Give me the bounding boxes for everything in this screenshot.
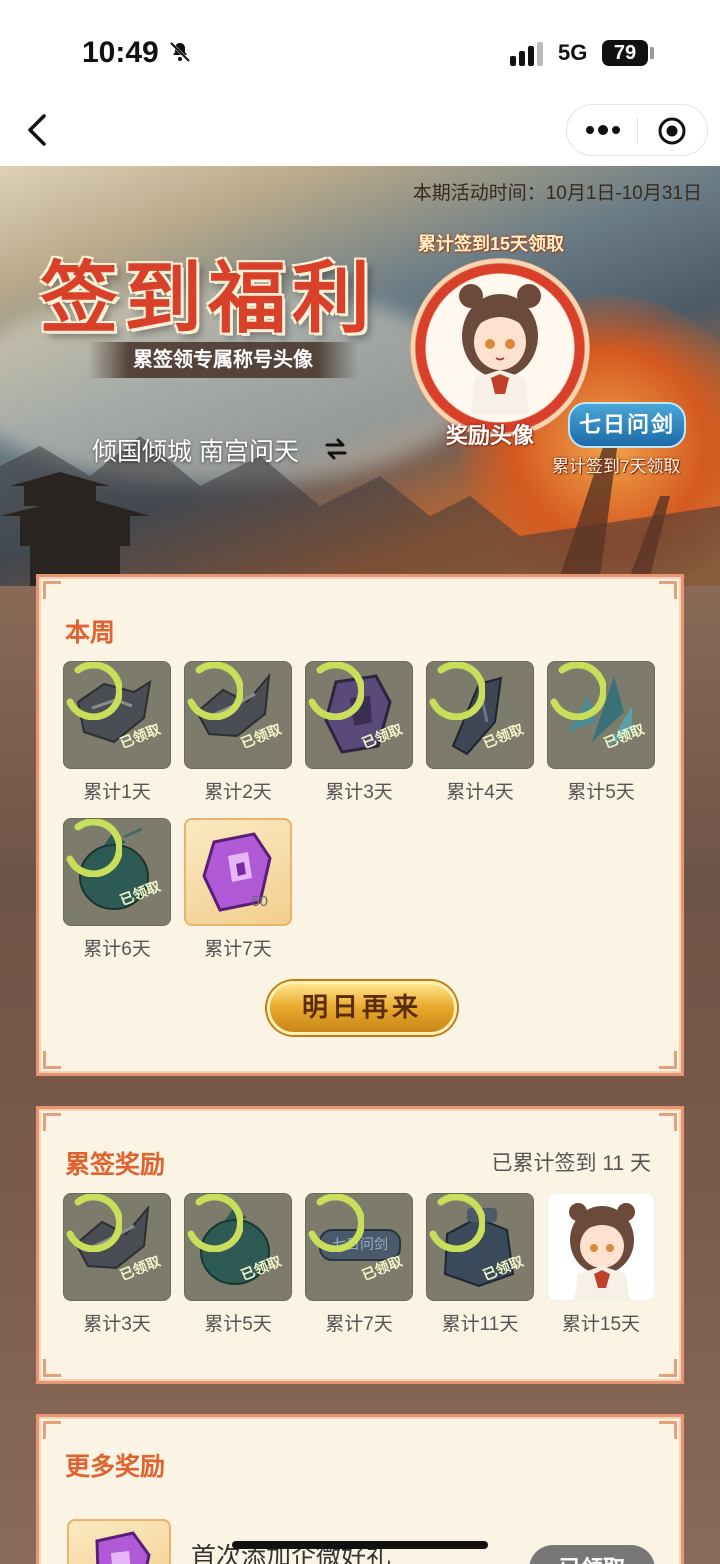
cumulative-reward-grid: 已领取 累计3天 已领取 累计5天 七日问剑 已领取 累计7天 已领取 累计11… <box>63 1193 655 1336</box>
network-label: 5G <box>558 40 588 65</box>
mini-program-capsule <box>566 104 708 156</box>
hero-banner: 本期活动时间：10月1日-10月31日 签到福利 累签领专属称号头像 倾国倾城 … <box>0 166 720 586</box>
reward-tile: 已领取 <box>426 661 534 769</box>
capsule-divider <box>637 118 638 144</box>
come-back-tomorrow-button[interactable]: 明日再来 <box>267 981 457 1035</box>
back-arrow-icon[interactable] <box>22 110 56 150</box>
week-day-3[interactable]: 已领取 累计3天 <box>305 661 413 804</box>
signal-icon <box>510 42 543 66</box>
more-reward-claimed-button[interactable]: 已领取 <box>529 1545 655 1564</box>
battery-tip <box>650 47 654 59</box>
page-title: 签到福利 <box>40 255 377 342</box>
cumulative-summary: 已累计签到 11 天 <box>491 1152 651 1175</box>
close-target-icon[interactable] <box>657 116 687 146</box>
bell-muted-icon <box>169 41 191 63</box>
avatar-character-image <box>459 284 541 414</box>
reward-tile: 已领取 <box>63 1193 171 1301</box>
week-card: 本周 已领取 累计1天 已领取 累计2天 已领取 累计3天 已领取 累计4天 已… <box>36 574 684 1076</box>
home-indicator[interactable] <box>232 1541 488 1549</box>
activity-period: 本期活动时间：10月1日-10月31日 <box>412 183 702 204</box>
reward-tile: 已领取 <box>305 661 413 769</box>
purple-gem-icon <box>202 832 272 912</box>
cumulative-day-7[interactable]: 七日问剑 已领取 累计7天 <box>305 1193 413 1336</box>
title-badge: 七日问剑 <box>568 402 686 448</box>
reward-tile-current: 50 <box>184 818 292 926</box>
week-day-7[interactable]: 50 累计7天 <box>184 818 292 961</box>
more-rewards-title: 更多奖励 <box>65 1453 166 1481</box>
claimed-stamp-icon <box>308 662 364 720</box>
status-bar: 10:49 5G 79 <box>0 0 720 100</box>
claimed-stamp-icon <box>66 819 122 877</box>
claimed-stamp-icon <box>429 1194 485 1252</box>
week-day-5[interactable]: 已领取 累计5天 <box>547 661 655 804</box>
title-badge-requirement: 累计签到7天领取 <box>552 457 681 476</box>
claimed-stamp-icon <box>429 662 485 720</box>
character-names: 倾国倾城 南宫问天 <box>92 438 299 466</box>
claimed-stamp-icon <box>550 662 606 720</box>
claimed-stamp-icon <box>187 662 243 720</box>
reward-tile: 已领取 <box>547 661 655 769</box>
week-day-4[interactable]: 已领取 累计4天 <box>426 661 534 804</box>
claimed-stamp-icon <box>66 662 122 720</box>
avatar-caption: 奖励头像 <box>446 423 535 448</box>
reward-tile-avatar <box>547 1193 655 1301</box>
nav-bar <box>0 100 720 166</box>
more-reward-icon <box>67 1519 171 1564</box>
battery-icon: 79 <box>602 40 648 66</box>
cumulative-day-15[interactable]: 累计15天 <box>547 1193 655 1336</box>
week-reward-grid: 已领取 累计1天 已领取 累计2天 已领取 累计3天 已领取 累计4天 已领取 … <box>63 661 655 961</box>
avatar-character-image <box>569 1203 635 1300</box>
purple-gem-icon <box>95 1531 151 1564</box>
status-time: 10:49 <box>82 36 159 69</box>
cumulative-day-11[interactable]: 已领取 累计11天 <box>426 1193 534 1336</box>
avatar-requirement: 累计签到15天领取 <box>418 234 565 254</box>
claimed-stamp-icon <box>308 1194 364 1252</box>
reward-tile: 已领取 <box>63 818 171 926</box>
more-dots-icon[interactable] <box>585 121 621 139</box>
week-day-6[interactable]: 已领取 累计6天 <box>63 818 171 961</box>
cumulative-day-5[interactable]: 已领取 累计5天 <box>184 1193 292 1336</box>
claimed-stamp-icon <box>66 1194 122 1252</box>
claimed-stamp-icon <box>187 1194 243 1252</box>
reward-tile: 七日问剑 已领取 <box>305 1193 413 1301</box>
week-title: 本周 <box>65 619 116 647</box>
subtitle-banner: 累签领专属称号头像 <box>88 342 358 378</box>
reward-tile: 已领取 <box>184 1193 292 1301</box>
week-day-2[interactable]: 已领取 累计2天 <box>184 661 292 804</box>
cumulative-title: 累签奖励 <box>65 1151 166 1179</box>
reward-tile: 已领取 <box>184 661 292 769</box>
reward-count: 50 <box>251 893 268 910</box>
swap-icon[interactable] <box>324 438 348 460</box>
reward-tile: 已领取 <box>426 1193 534 1301</box>
cumulative-day-3[interactable]: 已领取 累计3天 <box>63 1193 171 1336</box>
week-day-1[interactable]: 已领取 累计1天 <box>63 661 171 804</box>
cumulative-card: 累签奖励 已累计签到 11 天 已领取 累计3天 已领取 累计5天 七日问剑 已… <box>36 1106 684 1384</box>
reward-tile: 已领取 <box>63 661 171 769</box>
